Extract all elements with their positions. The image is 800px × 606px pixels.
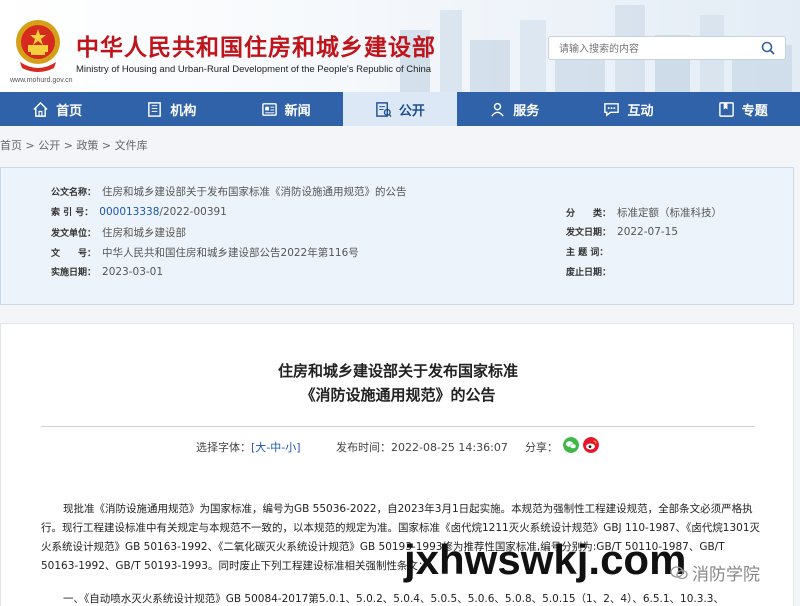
meta-class-row: 分 类： 标准定额（标准科技）: [566, 205, 722, 220]
article-title-line2: 《消防设施通用规范》的公告: [300, 386, 496, 404]
nav-service[interactable]: 服务: [457, 92, 571, 126]
meta-class-label: 分 类：: [566, 209, 612, 219]
meta-index-value-rest: /2022-00391: [159, 206, 227, 218]
wechat-share-icon[interactable]: [563, 437, 579, 453]
meta-name-label: 公文名称：: [51, 188, 97, 198]
meta-impl-row: 实施日期： 2023-03-01: [51, 265, 163, 278]
nav-interaction[interactable]: 互动: [571, 92, 685, 126]
meta-date-value: 2022-07-15: [617, 226, 679, 238]
document-metadata-panel: 公文名称： 住房和城乡建设部关于发布国家标准《消防设施通用规范》的公告 索 引 号…: [0, 167, 794, 305]
home-icon: [33, 101, 48, 117]
breadcrumb-sep: >: [22, 139, 39, 152]
meta-impl-label: 实施日期：: [51, 268, 97, 278]
site-title: 中华人民共和国住房和城乡建设部: [76, 35, 436, 61]
meta-date-label: 发文日期：: [566, 228, 612, 238]
font-bracket-close: ]: [296, 441, 301, 454]
main-nav: 首页 机构 新闻 公开 服务 互动 专题: [0, 92, 800, 126]
weibo-share-icon[interactable]: [583, 437, 599, 453]
meta-repeal-row: 废止日期：: [566, 265, 617, 278]
nav-home-label: 首页: [56, 103, 83, 119]
font-small-link[interactable]: 小: [285, 441, 296, 454]
font-medium-link[interactable]: 中: [270, 441, 281, 454]
meta-name-value: 住房和城乡建设部关于发布国家标准《消防设施通用规范》的公告: [102, 186, 407, 198]
font-large-link[interactable]: 大: [255, 441, 266, 454]
service-icon: [491, 102, 504, 117]
breadcrumb-sep: >: [98, 139, 115, 152]
meta-doc-value: 中华人民共和国住房和城乡建设部公告2022年第116号: [102, 247, 359, 259]
public-icon: [376, 101, 392, 117]
meta-topic-label: 主 题 词：: [566, 248, 609, 258]
search-icon[interactable]: [761, 41, 775, 55]
article-paragraph-2: 一、《自动喷水灭火系统设计规范》GB 50084-2017第5.0.1、5.0.…: [63, 593, 724, 605]
watermark-domain: jxhwswkj.com: [404, 536, 687, 583]
site-domain: www.mohurd.gov.cn: [10, 77, 73, 84]
breadcrumb-policy[interactable]: 政策: [76, 139, 98, 152]
meta-index-row: 索 引 号： 000013338/2022-00391: [51, 205, 227, 218]
title-divider: [41, 426, 755, 427]
meta-index-label: 索 引 号：: [51, 208, 94, 218]
meta-issuer-row: 发文单位： 住房和城乡建设部: [51, 225, 186, 240]
publish-time: 发布时间：2022-08-25 14:36:07: [336, 439, 508, 455]
breadcrumb: 首页 > 公开 > 政策 > 文件库: [0, 137, 148, 153]
national-emblem-icon: [16, 20, 60, 72]
meta-class-value: 标准定额（标准科技）: [617, 207, 723, 219]
meta-topic-row: 主 题 词：: [566, 245, 614, 258]
nav-public-label: 公开: [398, 103, 425, 119]
bookmark-icon: [718, 101, 734, 117]
share-label: 分享：: [525, 441, 558, 454]
meta-doc-row: 文 号： 中华人民共和国住房和城乡建设部公告2022年第116号: [51, 245, 359, 260]
publish-time-value: 2022-08-25 14:36:07: [391, 441, 508, 454]
breadcrumb-sep: >: [60, 139, 77, 152]
font-size-label: 选择字体：: [196, 441, 251, 454]
font-size-selector: 选择字体：[大-中-小]: [196, 439, 301, 455]
nav-topics[interactable]: 专题: [686, 92, 800, 126]
breadcrumb-library[interactable]: 文件库: [115, 139, 148, 152]
meta-name-row: 公文名称： 住房和城乡建设部关于发布国家标准《消防设施通用规范》的公告: [51, 184, 407, 199]
publish-time-label: 发布时间：: [336, 441, 391, 454]
nav-topics-label: 专题: [741, 103, 768, 119]
meta-issuer-label: 发文单位：: [51, 229, 97, 239]
breadcrumb-public[interactable]: 公开: [38, 139, 60, 152]
nav-organization-label: 机构: [170, 103, 197, 119]
nav-news[interactable]: 新闻: [229, 92, 343, 126]
chat-icon: [604, 102, 620, 117]
meta-repeal-label: 废止日期：: [566, 268, 612, 278]
search-box: [548, 36, 786, 61]
search-input[interactable]: [549, 38, 749, 61]
nav-organization[interactable]: 机构: [114, 92, 228, 126]
nav-service-label: 服务: [513, 103, 540, 119]
nav-news-label: 新闻: [284, 103, 311, 119]
breadcrumb-home[interactable]: 首页: [0, 139, 22, 152]
building-icon: [148, 101, 162, 117]
site-header: 中华人民共和国住房和城乡建设部 Ministry of Housing and …: [0, 0, 800, 92]
meta-doc-label: 文 号：: [51, 249, 97, 259]
site-subtitle: Ministry of Housing and Urban-Rural Deve…: [76, 64, 432, 75]
nav-home[interactable]: 首页: [0, 92, 114, 126]
meta-index-value-highlight: 000013338: [99, 206, 160, 218]
watermark-chat-icon: [670, 566, 688, 580]
meta-impl-value: 2023-03-01: [102, 266, 164, 278]
article-title-line1: 住房和城乡建设部关于发布国家标准: [277, 362, 518, 380]
nav-interaction-label: 互动: [627, 103, 654, 119]
nav-public[interactable]: 公开: [342, 92, 458, 126]
watermark-brand: 消防学院: [692, 565, 760, 585]
meta-index-value: 000013338/2022-00391: [99, 206, 227, 218]
meta-issuer-value: 住房和城乡建设部: [102, 227, 187, 239]
newspaper-icon: [261, 102, 277, 116]
meta-date-row: 发文日期： 2022-07-15: [566, 225, 678, 238]
